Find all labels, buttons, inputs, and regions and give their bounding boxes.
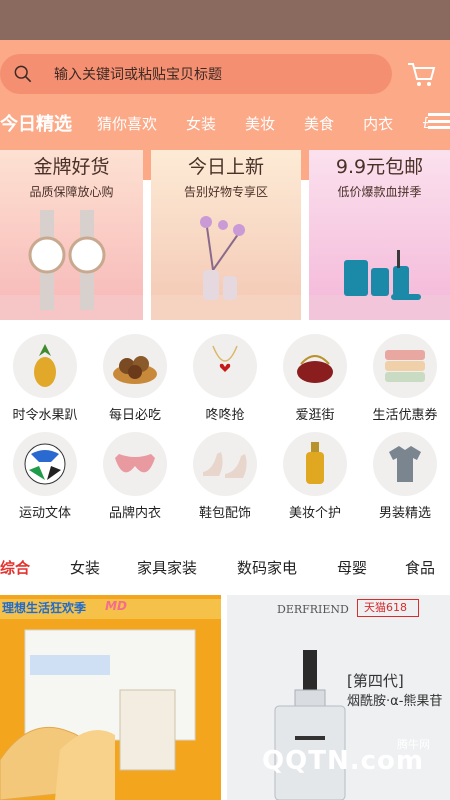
category-label: 爱逛街 <box>295 408 335 423</box>
banner-title: 今日上新 <box>187 156 264 178</box>
feed-tabs: 综合 女装 家具家装 数码家电 母婴 食品 <box>0 557 450 578</box>
promo-text: 理想生活狂欢季 <box>2 601 87 615</box>
nuts-icon <box>103 334 167 398</box>
watch-icon <box>0 210 143 320</box>
perfume-icon <box>283 432 347 496</box>
watermark: 腾牛网 QQTN.com <box>230 736 442 790</box>
category-flash-grab[interactable]: 咚咚抢 <box>180 330 270 428</box>
heels-icon <box>193 432 257 496</box>
category-mens-picks[interactable]: 男装精选 <box>360 428 450 526</box>
banner-title: 金牌好货 <box>33 156 110 178</box>
category-label: 品牌内衣 <box>108 506 161 521</box>
brand-logo: MD <box>105 599 127 613</box>
category-grid: 时令水果趴 每日必吃 咚咚抢 爱逛街 生活优惠券 运动文体 品牌内衣 鞋包配饰 … <box>0 330 450 526</box>
banner-new-today[interactable]: 今日上新 告别好物专享区 <box>151 150 301 320</box>
category-label: 每日必吃 <box>108 408 161 423</box>
football-icon <box>13 432 77 496</box>
search-icon <box>14 65 32 83</box>
category-label: 生活优惠券 <box>372 408 438 423</box>
vase-icon <box>151 216 301 320</box>
product-feed: 理想生活狂欢季 MD DERFRIEND 天猫618 [第四代] 烟酰胺·α-熊… <box>0 595 450 800</box>
banner-row: 金牌好货 品质保障放心购 今日上新 告别好物专享区 9.9元包邮 低价爆款血拼季 <box>0 150 450 320</box>
category-row: 时令水果趴 每日必吃 咚咚抢 爱逛街 生活优惠券 <box>0 330 450 428</box>
category-daily-eats[interactable]: 每日必吃 <box>90 330 180 428</box>
feed-tab-womens[interactable]: 女装 <box>70 557 137 578</box>
feed-tab-baby[interactable]: 母婴 <box>337 557 405 578</box>
bathroom-set-icon <box>309 250 450 320</box>
product-card[interactable]: 理想生活狂欢季 MD <box>0 595 221 800</box>
tmall-badge: 天猫618 <box>357 599 419 617</box>
category-label: 运动文体 <box>18 506 71 521</box>
tab-beauty[interactable]: 美妆 <box>245 113 275 134</box>
promo-banner: 理想生活狂欢季 MD <box>0 599 221 619</box>
tab-today-picks[interactable]: 今日精选 <box>0 110 72 136</box>
banner-gold-goods[interactable]: 金牌好货 品质保障放心购 <box>0 150 143 320</box>
banner-subtitle: 品质保障放心购 <box>29 185 114 199</box>
menu-icon[interactable] <box>428 108 450 134</box>
banner-9-9-free-shipping[interactable]: 9.9元包邮 低价爆款血拼季 <box>309 150 450 320</box>
banner-title: 9.9元包邮 <box>335 156 424 178</box>
product-name: [第四代] <box>347 672 404 690</box>
category-label: 鞋包配饰 <box>198 506 251 521</box>
feed-tab-furniture[interactable]: 家具家装 <box>137 557 237 578</box>
category-tabs: 今日精选 猜你喜欢 女装 美妆 美食 内衣 母 <box>0 108 450 138</box>
search-input[interactable]: 输入关键词或粘贴宝贝标题 <box>0 54 392 94</box>
feed-tab-food[interactable]: 食品 <box>405 557 435 578</box>
feed-tab-electronics[interactable]: 数码家电 <box>237 557 337 578</box>
bra-icon <box>103 432 167 496</box>
bread-image <box>0 629 196 800</box>
category-brand-underwear[interactable]: 品牌内衣 <box>90 428 180 526</box>
category-label: 咚咚抢 <box>205 408 245 423</box>
pineapple-icon <box>13 334 77 398</box>
category-label: 男装精选 <box>378 506 431 521</box>
banner-subtitle: 告别好物专享区 <box>183 185 268 199</box>
category-label: 时令水果趴 <box>12 408 78 423</box>
status-bar <box>0 0 450 40</box>
category-seasonal-fruit[interactable]: 时令水果趴 <box>0 330 90 428</box>
shirt-icon <box>373 432 437 496</box>
category-beauty-care[interactable]: 美妆个护 <box>270 428 360 526</box>
towels-icon <box>373 334 437 398</box>
product-brand: DERFRIEND <box>277 603 349 616</box>
category-row: 运动文体 品牌内衣 鞋包配饰 美妆个护 男装精选 <box>0 428 450 526</box>
search-placeholder: 输入关键词或粘贴宝贝标题 <box>54 67 222 83</box>
category-shoes-bags[interactable]: 鞋包配饰 <box>180 428 270 526</box>
banner-subtitle: 低价爆款血拼季 <box>337 185 422 199</box>
tab-guess-you-like[interactable]: 猜你喜欢 <box>97 113 157 134</box>
tab-underwear[interactable]: 内衣 <box>363 113 393 134</box>
category-sports[interactable]: 运动文体 <box>0 428 90 526</box>
category-life-coupons[interactable]: 生活优惠券 <box>360 330 450 428</box>
category-label: 美妆个护 <box>288 506 341 521</box>
category-shopping[interactable]: 爱逛街 <box>270 330 360 428</box>
necklace-icon <box>193 334 257 398</box>
tab-food[interactable]: 美食 <box>304 113 334 134</box>
handbag-icon <box>283 334 347 398</box>
cart-icon[interactable] <box>406 59 436 89</box>
search-row: 输入关键词或粘贴宝贝标题 <box>0 54 450 94</box>
tab-womens[interactable]: 女装 <box>186 113 216 134</box>
product-description: 烟酰胺·α-熊果苷 <box>347 694 443 709</box>
watermark-domain: QQTN.com <box>262 746 424 776</box>
feed-tab-all[interactable]: 综合 <box>0 557 70 578</box>
